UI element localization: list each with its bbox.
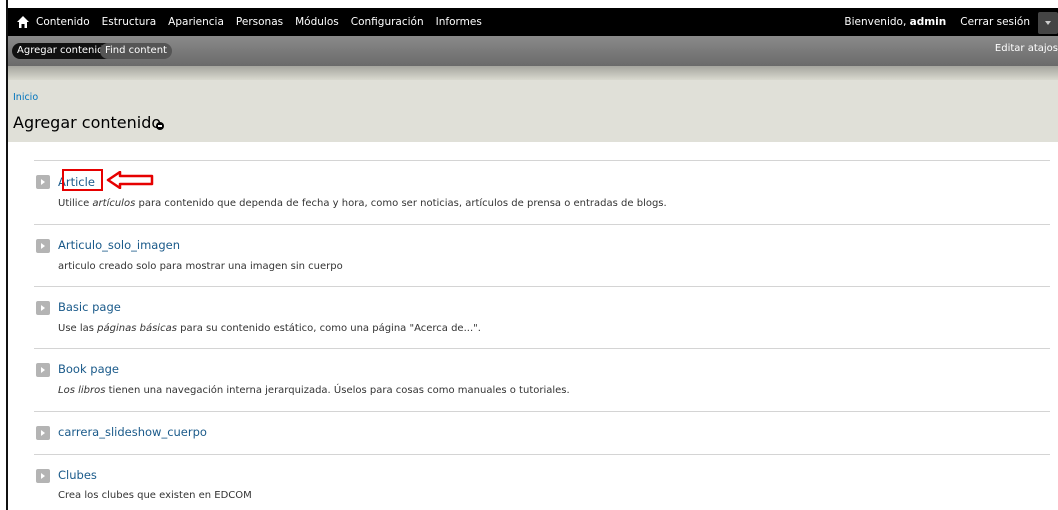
highlight-box xyxy=(62,169,103,191)
list-item-book-page: Book page Los libros tienen una navegaci… xyxy=(34,348,1050,411)
content-type-link[interactable]: Articulo_solo_imagen xyxy=(58,238,180,252)
content-type-description: Los libros tienen una navegación interna… xyxy=(58,385,570,396)
shortcut-find-content[interactable]: Find content xyxy=(100,43,172,59)
admin-toolbar: Contenido Estructura Apariencia Personas… xyxy=(8,8,1058,36)
chevron-right-icon xyxy=(36,301,50,315)
page-frame: Contenido Estructura Apariencia Personas… xyxy=(6,0,1058,510)
chevron-right-icon xyxy=(36,426,50,440)
content-type-link[interactable]: Clubes xyxy=(58,468,97,482)
list-item-articulo-solo-imagen: Articulo_solo_imagen articulo creado sol… xyxy=(34,224,1050,286)
list-item-basic-page: Basic page Use las páginas básicas para … xyxy=(34,286,1050,348)
content-type-list: Article Utilice artículos para contenido… xyxy=(34,160,1050,510)
menu-item-estructura[interactable]: Estructura xyxy=(102,16,157,28)
toolbar-shadow xyxy=(8,66,1058,80)
content-type-link[interactable]: Book page xyxy=(58,362,119,376)
content-type-link[interactable]: carrera_slideshow_cuerpo xyxy=(58,425,207,439)
chevron-right-icon xyxy=(36,239,50,253)
content-type-description: Utilice artículos para contenido que dep… xyxy=(58,198,667,209)
page-header: Inicio Agregar contenido xyxy=(8,80,1058,142)
content-type-link[interactable]: Basic page xyxy=(58,300,121,314)
menu-item-apariencia[interactable]: Apariencia xyxy=(168,16,224,28)
shortcut-bar: Agregar contenido Find content Editar at… xyxy=(8,36,1058,66)
shortcut-toggle-button[interactable] xyxy=(1038,12,1058,34)
menu-item-personas[interactable]: Personas xyxy=(236,16,283,28)
welcome-text: Bienvenido, admin xyxy=(844,16,946,28)
shortcut-remove-icon[interactable] xyxy=(156,122,164,130)
user-area: Bienvenido, admin Cerrar sesión xyxy=(844,8,1030,36)
content-type-description: Use las páginas básicas para su contenid… xyxy=(58,323,481,334)
chevron-right-icon xyxy=(36,175,50,189)
menu-item-informes[interactable]: Informes xyxy=(436,16,482,28)
edit-shortcuts-link[interactable]: Editar atajos xyxy=(995,43,1058,54)
admin-menu: Contenido Estructura Apariencia Personas… xyxy=(36,8,494,36)
welcome-prefix: Bienvenido, xyxy=(844,16,910,28)
menu-item-contenido[interactable]: Contenido xyxy=(36,16,90,28)
content-type-description: Crea los clubes que existen en EDCOM xyxy=(58,490,252,501)
chevron-right-icon xyxy=(36,363,50,377)
list-item-article: Article Utilice artículos para contenido… xyxy=(34,160,1050,224)
breadcrumb[interactable]: Inicio xyxy=(13,92,38,103)
chevron-right-icon xyxy=(36,469,50,483)
menu-item-configuracion[interactable]: Configuración xyxy=(351,16,424,28)
username-link[interactable]: admin xyxy=(910,16,947,28)
logout-link[interactable]: Cerrar sesión xyxy=(960,16,1030,28)
page-title: Agregar contenido xyxy=(13,113,162,132)
list-item-clubes: Clubes Crea los clubes que existen en ED… xyxy=(34,454,1050,510)
menu-item-modulos[interactable]: Módulos xyxy=(295,16,339,28)
pointer-arrow-icon xyxy=(106,171,154,189)
home-icon[interactable] xyxy=(16,15,30,29)
content-type-description: articulo creado solo para mostrar una im… xyxy=(58,261,343,272)
list-item-carrera-slideshow-cuerpo: carrera_slideshow_cuerpo xyxy=(34,411,1050,454)
